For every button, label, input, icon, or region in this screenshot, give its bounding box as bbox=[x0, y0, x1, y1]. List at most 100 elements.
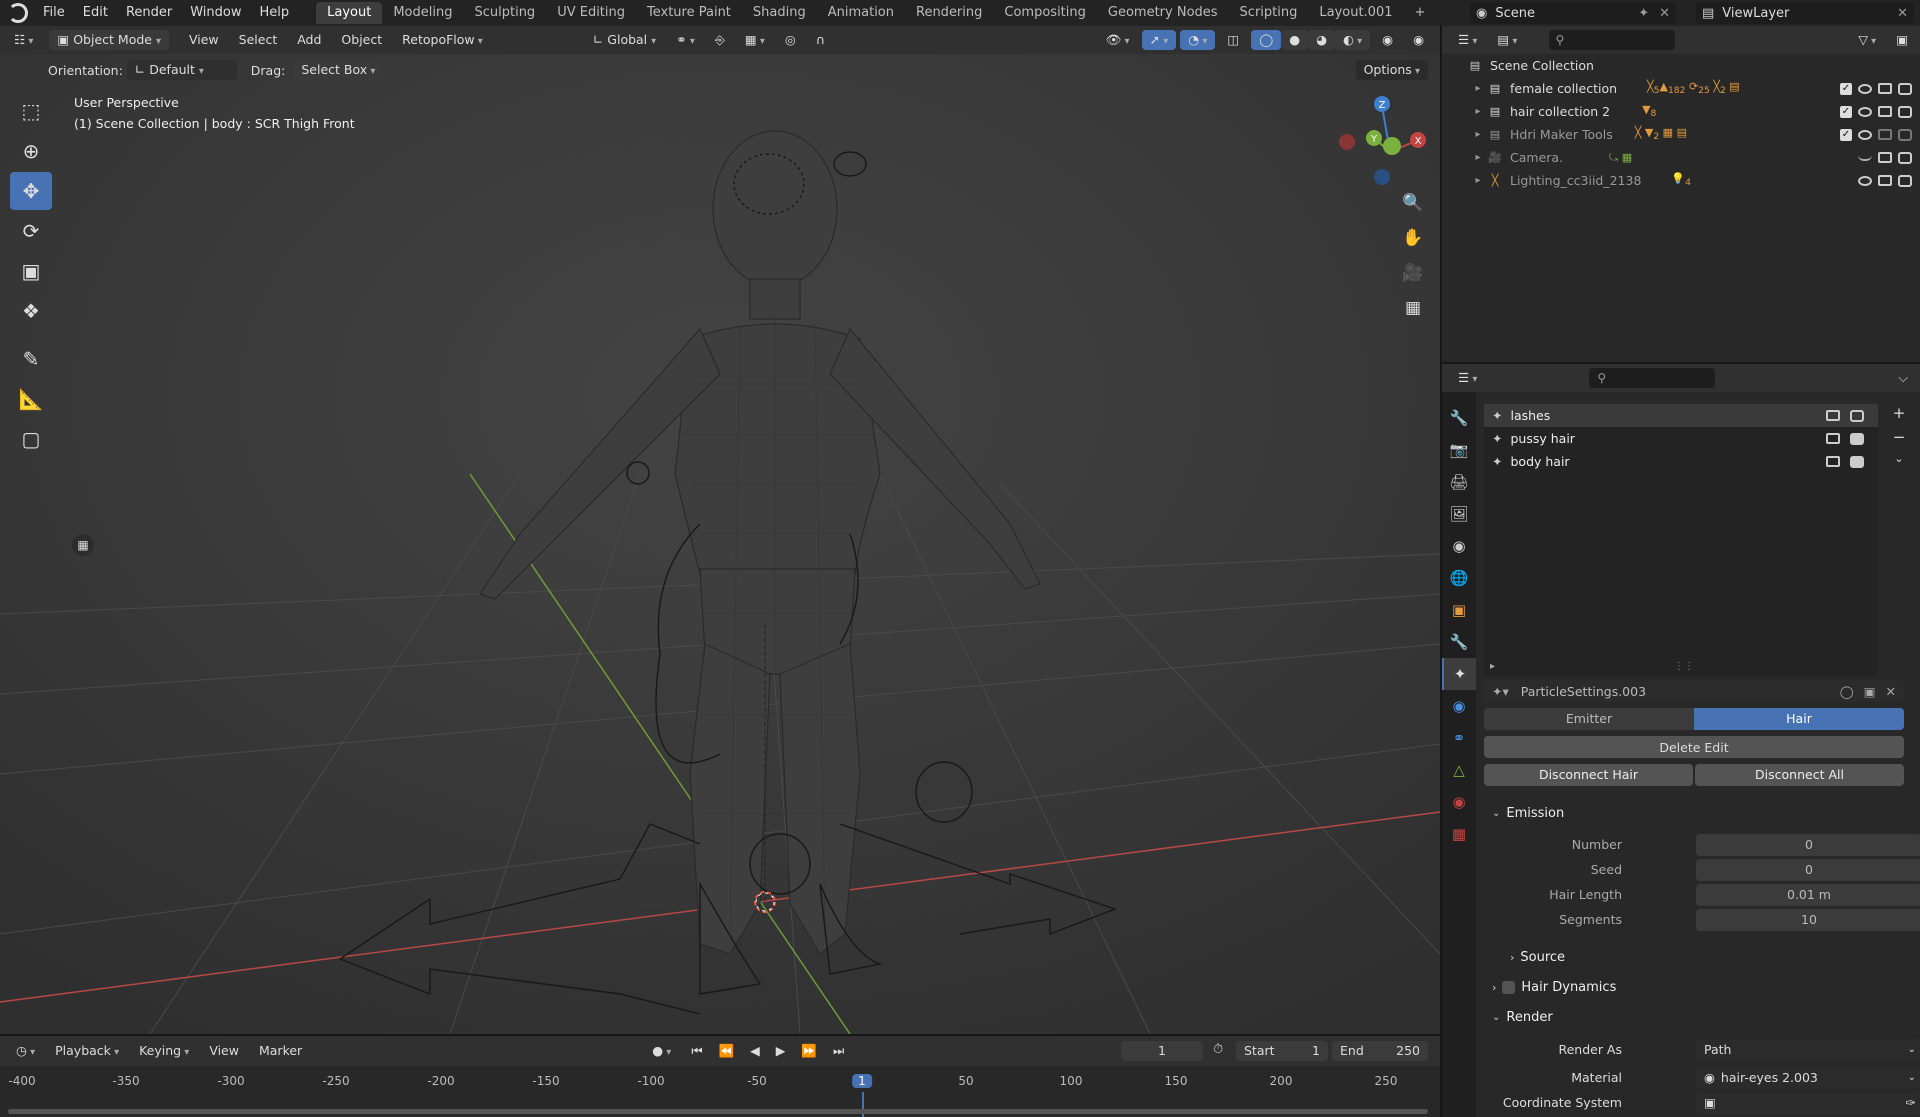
tab-compositing[interactable]: Compositing bbox=[993, 2, 1097, 24]
tab-texture-paint[interactable]: Texture Paint bbox=[636, 2, 742, 24]
list-item[interactable]: ✦ pussy hair bbox=[1484, 427, 1878, 450]
playhead-frame[interactable]: 1 bbox=[852, 1074, 872, 1088]
move-tool-icon[interactable]: ✥ bbox=[10, 172, 52, 210]
eye-icon[interactable] bbox=[1858, 83, 1872, 94]
orientation-selector[interactable]: ∟ Default bbox=[126, 60, 237, 80]
cursor-tool-icon[interactable]: ⊕ bbox=[10, 132, 52, 170]
chevron-down-icon[interactable]: ⌵ bbox=[1891, 368, 1916, 388]
tab-geometry-nodes[interactable]: Geometry Nodes bbox=[1097, 2, 1229, 24]
remove-particle-system-button[interactable]: − bbox=[1888, 428, 1910, 452]
menu-keying[interactable]: Keying bbox=[131, 1041, 197, 1061]
properties-editor-type-icon[interactable]: ☰ bbox=[1450, 368, 1485, 388]
material-tab-icon[interactable]: ◉ bbox=[1442, 786, 1476, 818]
menu-playback[interactable]: Playback bbox=[47, 1041, 127, 1061]
new-collection-icon[interactable]: ▣ bbox=[1888, 30, 1916, 50]
menu-timeline-view[interactable]: View bbox=[201, 1041, 247, 1061]
list-item[interactable]: ✦ lashes bbox=[1484, 404, 1878, 427]
scale-tool-icon[interactable]: ▣ bbox=[10, 252, 52, 290]
current-frame-field[interactable]: 1 bbox=[1121, 1041, 1203, 1061]
constraints-tab-icon[interactable]: ⚭ bbox=[1442, 722, 1476, 754]
timeline-editor-type-icon[interactable]: ◷ bbox=[8, 1041, 43, 1061]
emitter-option[interactable]: Emitter bbox=[1484, 708, 1694, 730]
solid-shading-icon[interactable]: ● bbox=[1281, 30, 1309, 50]
monitor-icon[interactable] bbox=[1878, 152, 1892, 163]
horizontal-divider[interactable] bbox=[1442, 362, 1920, 364]
annotate-tool-icon[interactable]: ✎ bbox=[10, 340, 52, 378]
render-panel-header[interactable]: ⌄ Render bbox=[1484, 1004, 1904, 1030]
drag-selector[interactable]: Select Box bbox=[293, 60, 384, 80]
expand-arrow-icon[interactable]: ▸ bbox=[1470, 106, 1486, 117]
play-reverse-icon[interactable]: ◀ bbox=[742, 1041, 768, 1061]
transform-orientation-selector[interactable]: ∟ Global bbox=[585, 30, 664, 50]
xray-toggle-icon[interactable]: ◫ bbox=[1219, 30, 1247, 50]
add-cube-tool-icon[interactable]: ▢ bbox=[10, 420, 52, 458]
close-icon[interactable]: ✕ bbox=[1659, 6, 1670, 21]
add-particle-system-button[interactable]: + bbox=[1888, 404, 1910, 428]
jump-end-icon[interactable]: ⏭ bbox=[825, 1041, 852, 1061]
3d-viewport[interactable]: Z X Y bbox=[0, 54, 1440, 1034]
menu-file[interactable]: File bbox=[34, 0, 74, 26]
coordinate-system-field[interactable]: ▣ ✑ bbox=[1696, 1092, 1920, 1114]
pivot-point-button[interactable]: ⚭ bbox=[668, 30, 703, 50]
duplicate-icon[interactable]: ▣ bbox=[1864, 684, 1876, 699]
menu-help[interactable]: Help bbox=[251, 0, 299, 26]
filter-icon[interactable]: ▽ bbox=[1850, 30, 1884, 50]
tab-layout[interactable]: Layout bbox=[316, 2, 383, 24]
pan-hand-icon[interactable]: ✋ bbox=[1396, 221, 1430, 255]
tab-sculpting[interactable]: Sculpting bbox=[463, 2, 546, 24]
outliner-row-female-collection[interactable]: ▸ ▤ female collection ╳5▲182 ⟳25 ╳2 ▤ ✓ bbox=[1442, 77, 1920, 100]
end-frame-field[interactable]: End 250 bbox=[1332, 1041, 1428, 1061]
camera-render-icon[interactable] bbox=[1850, 432, 1864, 445]
particle-settings-selector[interactable]: ✦▾ ParticleSettings.003 ◯ ▣ ✕ bbox=[1484, 680, 1904, 702]
auto-keying-icon[interactable]: ● bbox=[644, 1041, 679, 1061]
play-icon[interactable]: ▶ bbox=[768, 1041, 794, 1061]
tab-modeling[interactable]: Modeling bbox=[382, 2, 463, 24]
menu-edit[interactable]: Edit bbox=[74, 0, 117, 26]
hidden-eye-icon[interactable] bbox=[1858, 155, 1872, 161]
tool-tab-icon[interactable]: 🔧 bbox=[1442, 402, 1476, 434]
monitor-icon[interactable] bbox=[1878, 83, 1892, 94]
snap-target-button[interactable]: ▦ bbox=[737, 30, 773, 50]
monitor-icon[interactable] bbox=[1826, 433, 1840, 444]
fake-user-icon[interactable]: ◯ bbox=[1840, 684, 1854, 699]
overlay-toggle-icon[interactable]: ◔ bbox=[1180, 30, 1216, 50]
material-dropdown[interactable]: ◉ hair-eyes 2.003 ⌄ bbox=[1696, 1067, 1920, 1089]
camera-render-icon[interactable] bbox=[1850, 409, 1864, 422]
editor-type-button[interactable]: ☷ bbox=[6, 30, 41, 50]
falloff-icon[interactable]: ∩ bbox=[808, 30, 833, 50]
scene-tab-icon[interactable]: ◉ bbox=[1442, 530, 1476, 562]
disconnect-hair-button[interactable]: Disconnect Hair bbox=[1484, 764, 1693, 786]
exclude-checkbox[interactable]: ✓ bbox=[1840, 105, 1852, 118]
gizmo-toggle-icon[interactable]: ➚ bbox=[1141, 30, 1177, 50]
close-icon[interactable]: ✕ bbox=[1897, 6, 1908, 21]
select-box-tool-icon[interactable]: ⬚ bbox=[10, 92, 52, 130]
vertical-divider[interactable] bbox=[1440, 26, 1442, 1117]
retopoflow-overlay-icon[interactable]: ▦ bbox=[72, 534, 94, 556]
expand-arrow-icon[interactable]: ▸ bbox=[1470, 152, 1486, 163]
tab-scripting[interactable]: Scripting bbox=[1229, 2, 1309, 24]
blender-logo-icon[interactable] bbox=[8, 3, 28, 23]
outliner-row-lighting[interactable]: ▸ ╳ Lighting_cc3iid_2138 💡4 bbox=[1442, 169, 1920, 192]
list-item[interactable]: ✦ body hair bbox=[1484, 450, 1878, 473]
rotate-tool-icon[interactable]: ⟳ bbox=[10, 212, 52, 250]
menu-view[interactable]: View bbox=[181, 30, 227, 50]
outliner-row-hdri-maker-tools[interactable]: ▸ ▤ Hdri Maker Tools ╳ ▼2 ▦ ▤ ✓ bbox=[1442, 123, 1920, 146]
emission-panel-header[interactable]: ⌄ Emission bbox=[1484, 800, 1904, 826]
exclude-checkbox[interactable]: ✓ bbox=[1840, 82, 1852, 95]
transform-tool-icon[interactable]: ❖ bbox=[10, 292, 52, 330]
retopo-settings-icon[interactable]: ◉ bbox=[1405, 30, 1432, 50]
modifier-tab-icon[interactable]: 🔧 bbox=[1442, 626, 1476, 658]
list-resize-handle[interactable]: ⋮⋮ bbox=[1674, 661, 1694, 672]
prev-keyframe-icon[interactable]: ⏪ bbox=[711, 1041, 743, 1061]
mode-selector[interactable]: ▣ Object Mode bbox=[49, 30, 169, 50]
tab-rendering[interactable]: Rendering bbox=[905, 2, 993, 24]
render-as-dropdown[interactable]: Path ⌄ bbox=[1696, 1039, 1920, 1061]
menu-marker[interactable]: Marker bbox=[251, 1041, 310, 1061]
monitor-icon[interactable] bbox=[1878, 129, 1892, 140]
next-keyframe-icon[interactable]: ⏩ bbox=[793, 1041, 825, 1061]
camera-render-icon[interactable] bbox=[1898, 174, 1912, 187]
menu-render[interactable]: Render bbox=[117, 0, 181, 26]
render-tab-icon[interactable]: 📷 bbox=[1442, 434, 1476, 466]
tab-animation[interactable]: Animation bbox=[817, 2, 905, 24]
camera-render-icon[interactable] bbox=[1898, 151, 1912, 164]
